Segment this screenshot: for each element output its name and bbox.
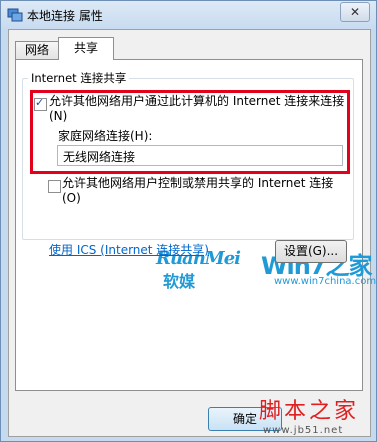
network-connection-icon [7, 8, 23, 22]
tab-network[interactable]: 网络 [15, 41, 59, 59]
allow-control-label[interactable]: 允许其他网络用户控制或禁用共享的 Internet 连接(O) [62, 176, 352, 206]
ics-group-label: Internet 连接共享 [28, 70, 130, 86]
win7-logo-url: www.win7china.com [274, 276, 377, 287]
ics-help-link[interactable]: 使用 ICS (Internet 连接共享) [49, 241, 209, 258]
ruanmei-logo-cn: 软媒 [163, 272, 196, 291]
title-bar: 本地连接 属性 ✕ [1, 1, 376, 29]
tab-sharing[interactable]: 共享 [58, 37, 114, 60]
dialog-client: 网络 共享 Internet 连接共享 允许其他网络用户通过此计算机的 Inte… [8, 29, 376, 437]
window-title: 本地连接 属性 [27, 9, 103, 23]
properties-window: 本地连接 属性 ✕ 网络 共享 Internet 连接共享 允许其他网络用户通过… [0, 0, 377, 442]
settings-button[interactable]: 设置(G)... [275, 240, 347, 263]
allow-control-checkbox[interactable] [48, 180, 61, 193]
site-watermark-url: www.jb51.net [263, 425, 344, 436]
site-watermark: 脚本之家 [259, 399, 360, 424]
close-button[interactable]: ✕ [340, 2, 370, 22]
close-icon: ✕ [349, 5, 361, 19]
highlight-box [30, 90, 350, 174]
